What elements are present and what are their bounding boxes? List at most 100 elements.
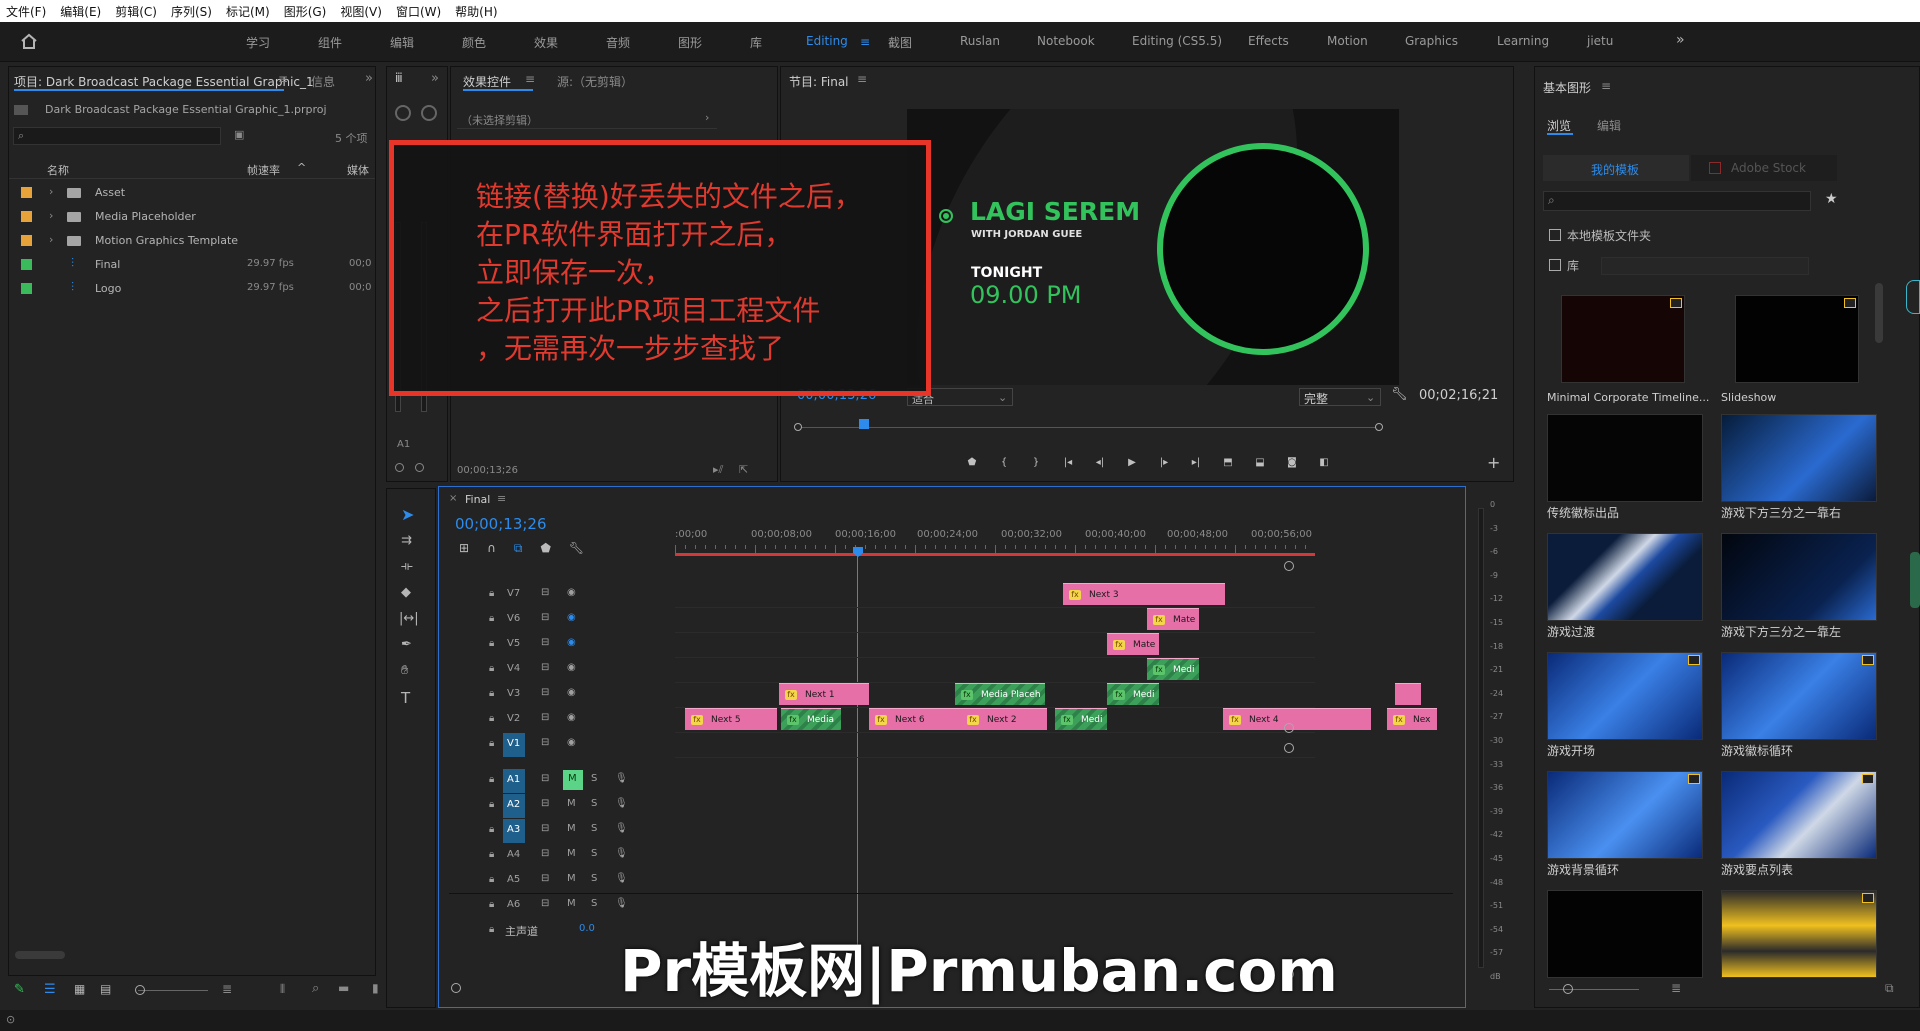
sync-lock-icon[interactable]: ⊟: [541, 637, 549, 648]
selection-tool-icon[interactable]: ➤: [401, 505, 414, 524]
sync-lock-icon[interactable]: ⊟: [541, 823, 549, 834]
template-thumbnail[interactable]: [1735, 295, 1859, 383]
workspace-tab[interactable]: 编辑: [390, 34, 414, 51]
zoom-slider-handle[interactable]: [135, 985, 145, 995]
info-tab[interactable]: 信息: [311, 73, 335, 90]
mute-toggle[interactable]: M: [567, 848, 576, 859]
eye-icon[interactable]: ◉: [567, 712, 576, 723]
menu-graphics[interactable]: 图形(G): [284, 3, 327, 20]
list-view-icon[interactable]: ☰: [44, 982, 56, 997]
record-button[interactable]: [395, 463, 404, 472]
timeline-clip[interactable]: fx Medi: [1147, 658, 1199, 680]
mic-icon[interactable]: 🎙︎: [615, 823, 628, 834]
lock-icon[interactable]: 🔒︎: [489, 663, 494, 674]
sync-lock-icon[interactable]: ⊟: [541, 612, 549, 623]
mic-icon[interactable]: 🎙︎: [615, 798, 628, 809]
video-track-header[interactable]: 🔒︎ V6 ⊟ ◉: [439, 608, 675, 632]
vertical-scroll-handle[interactable]: [1284, 561, 1294, 571]
close-icon[interactable]: ×: [449, 493, 457, 504]
track-label[interactable]: A1: [503, 769, 525, 793]
hand-tool-icon[interactable]: ✋︎: [401, 663, 408, 678]
mark-out-icon[interactable]: }: [1025, 453, 1047, 473]
home-icon[interactable]: [20, 33, 38, 49]
lock-icon[interactable]: 🔒︎: [489, 638, 494, 649]
type-tool-icon[interactable]: T: [401, 689, 410, 707]
master-volume[interactable]: 0.0: [579, 923, 595, 934]
project-item[interactable]: › Asset: [9, 181, 375, 205]
pan-knob-2[interactable]: [421, 105, 437, 121]
new-graphic-icon[interactable]: ⧉: [1885, 981, 1894, 996]
track-label[interactable]: A2: [503, 794, 525, 818]
lock-icon[interactable]: 🔒︎: [489, 613, 494, 624]
menu-sequence[interactable]: 序列(S): [171, 3, 212, 20]
sync-lock-icon[interactable]: ⊟: [541, 712, 549, 723]
track-label[interactable]: A3: [503, 819, 525, 843]
template-thumbnail[interactable]: [1547, 890, 1703, 978]
workspace-tab[interactable]: Motion: [1327, 34, 1368, 48]
video-track-header[interactable]: 🔒︎ V7 ⊟ ◉: [439, 583, 675, 607]
workspace-tab[interactable]: 截图: [888, 34, 912, 51]
template-thumbnail[interactable]: [1721, 414, 1877, 502]
add-marker-icon[interactable]: ⬟: [961, 453, 983, 473]
pan-knob[interactable]: [395, 105, 411, 121]
timeline-zoom-handle[interactable]: [451, 983, 461, 993]
sync-lock-icon[interactable]: ⊟: [541, 798, 549, 809]
mic-icon[interactable]: 🎙︎: [615, 848, 628, 859]
lock-icon[interactable]: 🔒︎: [489, 588, 494, 599]
workspace-menu-icon[interactable]: ≡: [860, 35, 870, 49]
snap-icon[interactable]: ∩: [487, 541, 496, 556]
timeline-clip[interactable]: fx Next 6: [869, 708, 961, 730]
eye-icon[interactable]: ◉: [567, 737, 576, 748]
template-thumbnail[interactable]: [1547, 771, 1703, 859]
source-tab[interactable]: 源:（无剪辑）: [557, 73, 633, 90]
label-color-swatch[interactable]: [21, 259, 32, 270]
pen-tool-icon[interactable]: ✒: [401, 637, 412, 652]
menu-help[interactable]: 帮助(H): [455, 3, 497, 20]
mic-icon[interactable]: 🎙︎: [615, 773, 628, 784]
audio-track-header[interactable]: 🔒︎ A4 ⊟ M S 🎙︎: [439, 844, 675, 868]
find-icon[interactable]: ⌕: [312, 981, 319, 996]
template-thumbnail[interactable]: [1547, 652, 1703, 740]
track-label[interactable]: A6: [507, 899, 520, 910]
project-item[interactable]: › Motion Graphics Template: [9, 229, 375, 253]
play-audio-icon[interactable]: ▸⫽: [713, 463, 723, 477]
mute-toggle[interactable]: M: [567, 798, 576, 809]
template-thumbnail[interactable]: [1721, 652, 1877, 740]
project-item[interactable]: ⫶ Logo 29.97 fps 00;0: [9, 277, 375, 301]
graphics-title[interactable]: 基本图形: [1543, 79, 1591, 96]
panel-menu-icon[interactable]: ≡: [857, 72, 867, 86]
lock-icon[interactable]: 🔒︎: [489, 849, 494, 860]
timeline-clip[interactable]: fx Medi: [1055, 708, 1107, 730]
sort-icon[interactable]: ≣: [1671, 981, 1681, 995]
graphics-scrollbar[interactable]: [1875, 283, 1883, 343]
timeline-tab[interactable]: Final: [465, 493, 490, 506]
step-forward-icon[interactable]: |▸: [1153, 453, 1175, 473]
workspace-tab[interactable]: Effects: [1248, 34, 1289, 48]
timeline-clip[interactable]: fx Next 2: [961, 708, 1047, 730]
play-icon[interactable]: ▶: [1121, 453, 1143, 473]
icon-view-icon[interactable]: ▦: [74, 982, 85, 996]
solo-toggle[interactable]: S: [591, 798, 597, 809]
workspace-tab[interactable]: 组件: [318, 34, 342, 51]
mute-toggle[interactable]: M: [567, 873, 576, 884]
export-icon[interactable]: ⇱: [739, 463, 748, 476]
timeline-clip[interactable]: fx Mate: [1107, 633, 1159, 655]
menu-window[interactable]: 窗口(W): [396, 3, 441, 20]
extract-icon[interactable]: ⬓: [1249, 453, 1271, 473]
edit-tab[interactable]: 编辑: [1597, 117, 1621, 134]
camera-icon[interactable]: ◙: [1281, 453, 1303, 473]
lock-icon[interactable]: 🔒︎: [489, 688, 494, 699]
eye-icon[interactable]: ◉: [567, 637, 576, 648]
mute-toggle[interactable]: M: [567, 898, 576, 909]
sync-lock-icon[interactable]: ⊟: [541, 687, 549, 698]
menu-clip[interactable]: 剪辑(C): [115, 3, 157, 20]
mute-button[interactable]: [415, 463, 424, 472]
time-ruler[interactable]: :00;00 00;00;08;00 00;00;16;00 00;00;24;00 0…: [675, 529, 1323, 555]
template-thumbnail[interactable]: [1721, 890, 1877, 978]
workspace-tab[interactable]: jietu: [1587, 34, 1613, 48]
lock-icon[interactable]: 🔒︎: [489, 924, 494, 935]
timeline-clip[interactable]: fx Next 1: [779, 683, 869, 705]
track-scroll-handle-2[interactable]: [1284, 743, 1294, 753]
sync-lock-icon[interactable]: ⊟: [541, 737, 549, 748]
workspace-tab[interactable]: 库: [750, 34, 762, 51]
